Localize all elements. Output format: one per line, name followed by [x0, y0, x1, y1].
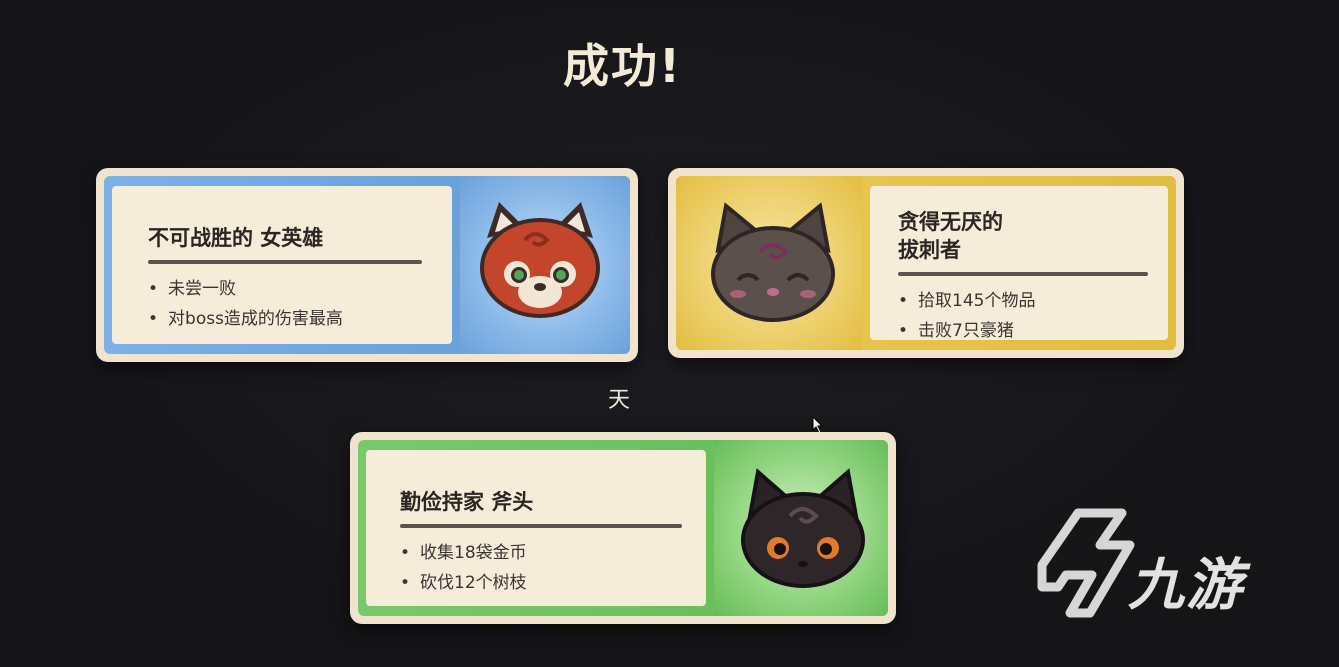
portrait-area [676, 176, 862, 350]
card-frame: 勤俭持家 斧头 收集18袋金币 砍伐12个树枝 [358, 440, 888, 616]
stat-item: 拾取145个物品 [898, 286, 1148, 316]
stat-item: 未尝一败 [148, 274, 422, 304]
red-panda-icon [480, 202, 600, 318]
stat-list: 未尝一败 对boss造成的伤害最高 [148, 274, 422, 334]
card-text-panel: 贪得无厌的 拔刺者 拾取145个物品 击败7只豪猪 [870, 186, 1168, 341]
result-title: 成功! [563, 39, 682, 93]
stat-item: 砍伐12个树枝 [400, 568, 682, 598]
card-title: 不可战胜的 女英雄 [148, 226, 324, 250]
stat-list: 拾取145个物品 击败7只豪猪 [898, 286, 1148, 346]
card-text-panel: 勤俭持家 斧头 收集18袋金币 砍伐12个树枝 [366, 450, 706, 606]
divider [898, 272, 1148, 276]
watermark-text: 九游 [1128, 553, 1244, 618]
stat-item: 对boss造成的伤害最高 [148, 304, 422, 334]
gray-cat-icon [711, 202, 835, 322]
award-card-heroine: 不可战胜的 女英雄 未尝一败 对boss造成的伤害最高 [96, 168, 638, 362]
award-card-thorn-picker: 贪得无厌的 拔刺者 拾取145个物品 击败7只豪猪 [668, 168, 1184, 358]
day-label: 天 [608, 388, 631, 413]
award-card-thrifty-axe: 勤俭持家 斧头 收集18袋金币 砍伐12个树枝 [350, 432, 896, 624]
card-title-line-2: 拔刺者 [898, 238, 961, 262]
stat-list: 收集18袋金币 砍伐12个树枝 [400, 538, 682, 598]
divider [400, 524, 682, 528]
card-frame: 贪得无厌的 拔刺者 拾取145个物品 击败7只豪猪 [676, 176, 1176, 350]
card-title: 勤俭持家 斧头 [400, 490, 534, 514]
game-screen: 成功! 不可战胜的 女英雄 未尝一败 对boss造成的伤害最高 [0, 0, 1339, 667]
card-text-panel: 不可战胜的 女英雄 未尝一败 对boss造成的伤害最高 [112, 186, 452, 344]
portrait-area [714, 440, 888, 616]
stat-item: 击败7只豪猪 [898, 316, 1148, 346]
stat-item: 收集18袋金币 [400, 538, 682, 568]
card-title-line-1: 贪得无厌的 [898, 210, 1003, 234]
black-cat-icon [741, 468, 865, 588]
card-frame: 不可战胜的 女英雄 未尝一败 对boss造成的伤害最高 [104, 176, 630, 354]
divider [148, 260, 422, 264]
portrait-area [460, 176, 630, 354]
